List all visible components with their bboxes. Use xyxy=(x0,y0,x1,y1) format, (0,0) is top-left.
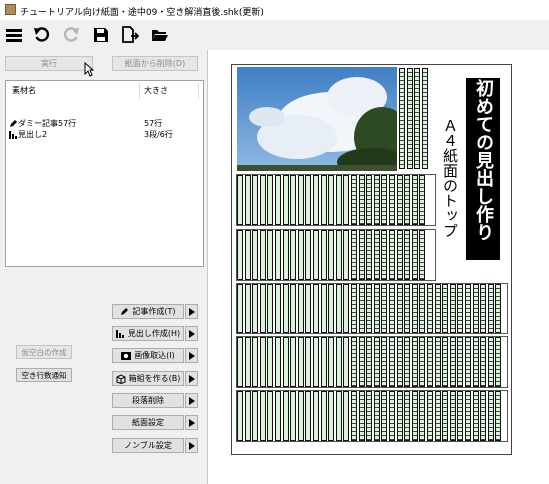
make-box-label: 箱組を作る(B) xyxy=(128,374,181,383)
headline-main: 初めての見出し作り xyxy=(473,79,494,241)
column-line xyxy=(414,68,421,169)
run-button[interactable]: 実行 xyxy=(5,56,93,71)
column-line xyxy=(406,68,413,169)
delete-paragraph-button[interactable]: 段落削除 xyxy=(112,393,184,408)
column-header-size[interactable]: 大きさ xyxy=(144,81,168,101)
pencil-icon xyxy=(10,120,17,127)
create-article-label: 記事作成(T) xyxy=(132,307,176,316)
folder-icon[interactable] xyxy=(150,25,170,45)
headline-sub: Ａ４紙面のトップ xyxy=(441,118,459,238)
list-item-size: 57行 xyxy=(144,119,163,128)
article-block xyxy=(236,283,508,334)
fake-space-button[interactable]: 仮空白の作成 xyxy=(16,345,72,359)
list-item[interactable]: 見出し2 3段/6行 xyxy=(9,129,202,140)
page-settings-arrow-icon[interactable] xyxy=(185,415,198,430)
article-block xyxy=(236,390,508,442)
export-icon[interactable] xyxy=(120,25,140,45)
create-article-button[interactable]: 記事作成(T) xyxy=(112,304,184,319)
article-block xyxy=(236,229,436,281)
create-article-arrow-icon[interactable] xyxy=(185,304,198,319)
photo-image xyxy=(237,67,397,171)
list-item-name: 見出し2 xyxy=(18,130,48,139)
make-box-button[interactable]: 箱組を作る(B) xyxy=(112,371,184,386)
app-icon xyxy=(5,4,16,15)
import-image-label: 画像取込(I) xyxy=(134,351,175,360)
nombre-settings-button[interactable]: ノンブル設定 xyxy=(112,438,184,453)
remove-from-page-button[interactable]: 紙面から削除(D) xyxy=(112,56,198,71)
menu-icon[interactable] xyxy=(4,25,24,45)
save-icon[interactable] xyxy=(91,25,111,45)
make-box-arrow-icon[interactable] xyxy=(185,371,198,386)
list-item-size: 3段/6行 xyxy=(144,130,173,139)
mouse-cursor-icon xyxy=(84,62,94,77)
empty-lines-notice-button[interactable]: 空き行数通知 xyxy=(16,368,72,382)
column-header-name[interactable]: 素材名 xyxy=(12,81,36,101)
material-list[interactable]: 素材名 大きさ ダミー記事57行 57行 見出し2 3段/6行 xyxy=(5,80,204,267)
undo-icon[interactable] xyxy=(32,25,52,45)
page-settings-button[interactable]: 紙面設定 xyxy=(112,415,184,430)
bar-chart-icon xyxy=(9,131,17,139)
create-headline-arrow-icon[interactable] xyxy=(185,326,198,341)
import-image-button[interactable]: 画像取込(I) xyxy=(112,348,184,363)
list-item[interactable]: ダミー記事57行 57行 xyxy=(9,118,202,129)
column-line xyxy=(399,68,405,169)
article-block xyxy=(236,336,508,388)
pencil-icon xyxy=(121,308,129,315)
article-block xyxy=(236,174,436,226)
create-headline-button[interactable]: 見出し作成(H) xyxy=(112,326,184,341)
list-item-name: ダミー記事57行 xyxy=(18,119,77,128)
create-headline-label: 見出し作成(H) xyxy=(127,329,181,338)
delete-paragraph-arrow-icon[interactable] xyxy=(185,393,198,408)
bar-chart-icon xyxy=(115,330,124,338)
import-image-arrow-icon[interactable] xyxy=(185,348,198,363)
window-title: チュートリアル向け紙面・途中09・空き解消直後.shk(更新) xyxy=(20,8,264,18)
nombre-settings-arrow-icon[interactable] xyxy=(185,438,198,453)
column-line xyxy=(421,68,428,169)
image-icon xyxy=(121,351,132,360)
redo-icon xyxy=(61,25,81,45)
box-icon xyxy=(116,373,126,384)
